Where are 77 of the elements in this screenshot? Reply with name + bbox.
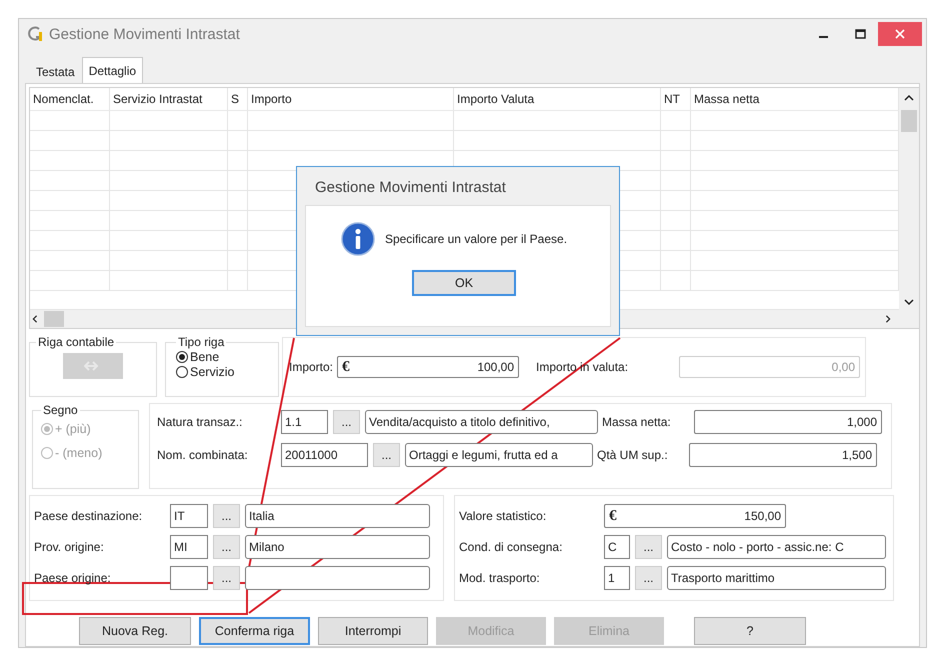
field-label: Massa netta:: [602, 415, 672, 429]
action-button[interactable]: Conferma riga: [199, 617, 310, 645]
browse-button[interactable]: ...: [635, 566, 662, 590]
field-label: Mod. trasporto:: [459, 571, 541, 585]
option-label: Bene: [190, 350, 220, 364]
euro-sign: €: [342, 358, 350, 376]
group-label: Riga contabile: [37, 335, 116, 349]
description-field[interactable]: [245, 566, 430, 590]
window-title: Gestione Movimenti Intrastat: [49, 26, 240, 42]
code-field[interactable]: MI: [170, 535, 208, 559]
column-header[interactable]: NT: [661, 88, 691, 110]
group-label: Tipo riga: [177, 335, 226, 349]
group-label: Segno: [42, 403, 79, 417]
code-field[interactable]: 1.1: [281, 410, 328, 434]
field-label: Importo:: [289, 360, 334, 374]
browse-button[interactable]: ...: [373, 443, 400, 467]
table-row[interactable]: [30, 131, 899, 151]
option-label: - (meno): [55, 446, 102, 460]
info-icon: [340, 222, 375, 256]
code-field[interactable]: [170, 566, 208, 590]
tab[interactable]: Dettaglio: [82, 57, 144, 83]
vertical-scrollbar[interactable]: [899, 88, 919, 328]
scroll-left-icon: [30, 315, 40, 323]
code-field[interactable]: 1: [604, 566, 630, 590]
field-label: Paese destinazione:: [34, 509, 144, 523]
scrollbar-thumb[interactable]: [44, 311, 64, 327]
column-header[interactable]: Nomenclat.: [30, 88, 110, 110]
close-icon: [895, 29, 905, 39]
browse-button[interactable]: ...: [635, 535, 662, 559]
description-field[interactable]: Trasporto marittimo: [667, 566, 886, 590]
scroll-right-icon: [883, 315, 893, 323]
scrollbar-thumb[interactable]: [901, 110, 917, 132]
option-label: Servizio: [190, 364, 234, 378]
browse-button[interactable]: ...: [333, 410, 360, 434]
browse-button[interactable]: ...: [213, 566, 240, 590]
field-label: Importo in valuta:: [536, 360, 628, 374]
quantity-field[interactable]: 1,500: [689, 443, 877, 467]
column-header[interactable]: S: [228, 88, 248, 110]
field-label: Prov. origine:: [34, 540, 105, 554]
description-field[interactable]: Ortaggi e legumi, frutta ed a: [405, 443, 593, 467]
table-row[interactable]: [30, 111, 899, 131]
amount-field[interactable]: € 150,00: [604, 504, 786, 528]
code-field[interactable]: 20011000: [281, 443, 368, 467]
field-label: Valore statistico:: [459, 509, 548, 523]
column-header[interactable]: Servizio Intrastat: [110, 88, 228, 110]
maximize-icon[interactable]: [854, 29, 866, 39]
description-field[interactable]: Italia: [245, 504, 430, 528]
ok-button[interactable]: OK: [412, 270, 516, 296]
browse-button[interactable]: ...: [213, 535, 240, 559]
dialog-message: Specificare un valore per il Paese.: [384, 232, 568, 246]
quantity-field[interactable]: 1,000: [694, 410, 882, 434]
option-label: + (più): [55, 422, 91, 436]
field-label: Nom. combinata:: [157, 448, 249, 462]
field-label: Cond. di consegna:: [459, 540, 564, 554]
action-button[interactable]: ?: [694, 617, 806, 645]
radio-button[interactable]: [176, 350, 188, 362]
action-button[interactable]: Nuova Reg.: [79, 617, 191, 645]
code-field[interactable]: C: [604, 535, 630, 559]
app-logo-icon: [27, 26, 43, 42]
amount-field[interactable]: € 100,00: [337, 356, 520, 378]
close-button[interactable]: [878, 22, 922, 46]
description-field[interactable]: Vendita/acquisto a titolo definitivo,: [365, 410, 598, 434]
euro-sign: €: [609, 508, 616, 524]
column-header[interactable]: Importo Valuta: [454, 88, 661, 110]
scroll-down-icon: [904, 298, 914, 306]
field-label: Paese origine:: [34, 571, 112, 585]
description-field[interactable]: Milano: [245, 535, 430, 559]
dialog-title: Gestione Movimenti Intrastat: [314, 178, 507, 198]
radio-button[interactable]: [176, 366, 188, 378]
browse-button[interactable]: ...: [213, 504, 240, 528]
scroll-up-icon: [904, 94, 914, 102]
column-header[interactable]: Importo: [248, 88, 454, 110]
action-button[interactable]: Interrompi: [318, 617, 428, 645]
field-label: Natura transaz.:: [157, 415, 244, 429]
description-field[interactable]: Costo - nolo - porto - assic.ne: C: [667, 535, 886, 559]
field-label: Qtà UM sup.:: [597, 448, 669, 462]
code-field[interactable]: IT: [170, 504, 208, 528]
